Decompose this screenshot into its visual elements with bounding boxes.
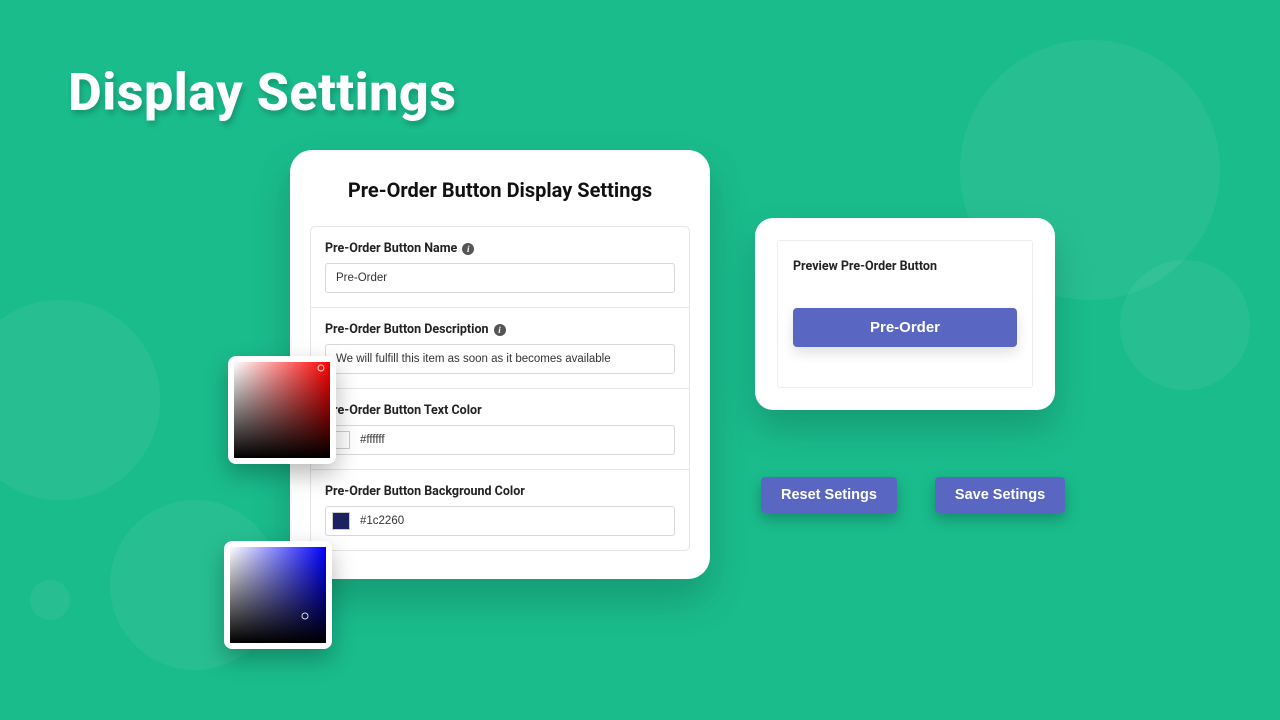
field-button-name: Pre-Order Button Name i	[310, 226, 690, 308]
decorative-circle	[0, 300, 160, 500]
decorative-circle	[30, 580, 70, 620]
settings-card: Pre-Order Button Display Settings Pre-Or…	[290, 150, 710, 579]
color-picker-canvas[interactable]	[230, 547, 326, 643]
save-settings-button[interactable]: Save Setings	[935, 477, 1065, 513]
settings-form: Pre-Order Button Name i Pre-Order Button…	[310, 226, 690, 551]
color-picker-blue[interactable]	[224, 541, 332, 649]
label-text: Pre-Order Button Name	[325, 241, 457, 256]
action-buttons: Reset Setings Save Setings	[761, 477, 1065, 513]
label-text: Pre-Order Button Text Color	[325, 403, 482, 418]
color-swatch-icon[interactable]	[332, 512, 350, 530]
decorative-circle	[1120, 260, 1250, 390]
field-button-description: Pre-Order Button Description i	[310, 308, 690, 389]
field-label: Pre-Order Button Name i	[325, 241, 675, 256]
preview-card: Preview Pre-Order Button Pre-Order	[755, 218, 1055, 410]
label-text: Pre-Order Button Background Color	[325, 484, 525, 499]
preview-preorder-button[interactable]: Pre-Order	[793, 308, 1017, 347]
bg-color-input[interactable]	[350, 515, 674, 527]
color-picker-red[interactable]	[228, 356, 336, 464]
field-bg-color: Pre-Order Button Background Color	[310, 470, 690, 551]
settings-card-title: Pre-Order Button Display Settings	[310, 178, 690, 202]
text-color-input[interactable]	[350, 434, 674, 446]
field-label: Pre-Order Button Text Color	[325, 403, 675, 418]
bg-color-input-wrapper	[325, 506, 675, 536]
label-text: Pre-Order Button Description	[325, 322, 489, 337]
field-label: Pre-Order Button Background Color	[325, 484, 675, 499]
info-icon[interactable]: i	[494, 324, 506, 336]
field-label: Pre-Order Button Description i	[325, 322, 675, 337]
button-description-input[interactable]	[325, 344, 675, 374]
page-title: Display Settings	[68, 62, 456, 123]
color-picker-handle[interactable]	[318, 364, 325, 371]
text-color-input-wrapper	[325, 425, 675, 455]
reset-settings-button[interactable]: Reset Setings	[761, 477, 897, 513]
preview-label: Preview Pre-Order Button	[793, 259, 1017, 274]
button-name-input[interactable]	[325, 263, 675, 293]
preview-inner: Preview Pre-Order Button Pre-Order	[777, 240, 1033, 388]
color-picker-handle[interactable]	[301, 613, 308, 620]
info-icon[interactable]: i	[462, 243, 474, 255]
color-picker-canvas[interactable]	[234, 362, 330, 458]
field-text-color: Pre-Order Button Text Color	[310, 389, 690, 470]
